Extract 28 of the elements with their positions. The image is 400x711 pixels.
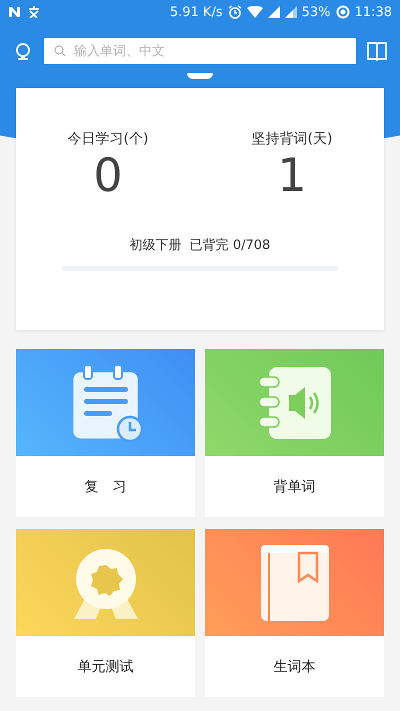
- search-icon: [54, 45, 66, 57]
- app-notification-icon: [27, 6, 41, 18]
- tile-label: 单元测试: [76, 658, 134, 676]
- wordbook-tile[interactable]: 生词本: [205, 529, 384, 697]
- search-field[interactable]: 输入单词、中文: [44, 38, 356, 64]
- stat-value: 0: [93, 148, 123, 202]
- test-tile[interactable]: 单元测试: [16, 529, 195, 697]
- tile-label: 背单词: [272, 478, 316, 496]
- tile-label: 复 习: [84, 478, 128, 496]
- battery-percent: 53%: [302, 4, 331, 20]
- n-logo-icon: [8, 6, 22, 18]
- signal-icon: [268, 6, 280, 18]
- review-tile[interactable]: 复 习: [16, 349, 195, 517]
- pull-handle: [187, 73, 213, 79]
- progress-status: 已背完 0/708: [190, 237, 270, 254]
- stat-label: 今日学习(个): [68, 130, 148, 148]
- network-speed: 5.91 K/s: [170, 4, 223, 20]
- battery-ring-icon: [336, 5, 350, 19]
- tile-label: 生词本: [272, 658, 316, 676]
- stat-label: 坚持背词(天): [252, 130, 332, 148]
- alarm-icon: [228, 5, 242, 19]
- signal-icon: [284, 6, 297, 18]
- stat-value: 1: [277, 148, 307, 202]
- book-name: 初级下册: [130, 237, 182, 254]
- memorize-tile[interactable]: 背单词: [205, 349, 384, 517]
- clock: 11:38: [354, 4, 392, 20]
- wifi-icon: [246, 6, 263, 18]
- book-icon[interactable]: [366, 40, 388, 62]
